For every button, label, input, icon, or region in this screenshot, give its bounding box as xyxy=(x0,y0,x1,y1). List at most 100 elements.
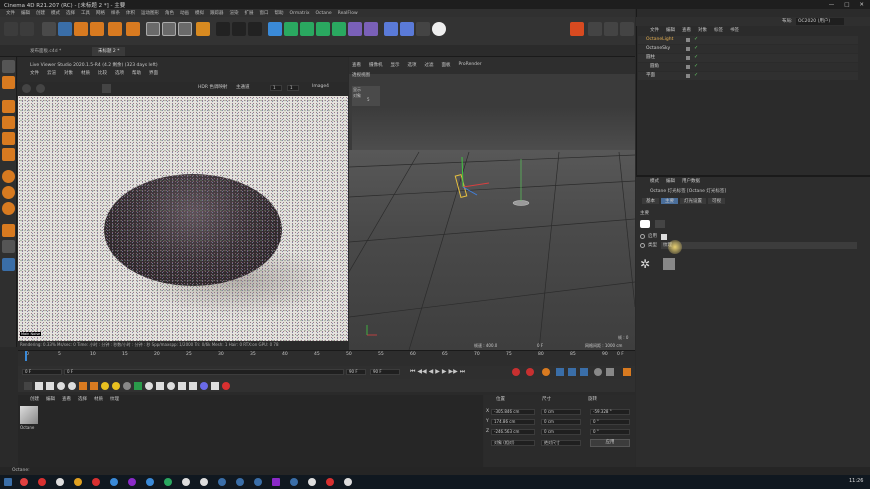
z-axis-icon[interactable] xyxy=(178,22,192,36)
key-icon[interactable] xyxy=(620,22,634,36)
enable-radio[interactable] xyxy=(640,234,645,239)
octane-node-icon[interactable] xyxy=(134,382,142,390)
array-icon[interactable] xyxy=(316,22,330,36)
visibility-icon[interactable] xyxy=(686,65,690,69)
taskbar-c4d-icon[interactable] xyxy=(218,478,226,486)
render-preview[interactable]: Main Noise xyxy=(18,96,348,341)
octane-material-icon[interactable] xyxy=(46,382,54,390)
auto-key-icon[interactable] xyxy=(526,368,534,376)
octane-mix-icon[interactable] xyxy=(145,382,153,390)
taskbar-app-9-icon[interactable] xyxy=(164,478,172,486)
transform-icon[interactable] xyxy=(108,22,122,36)
undo-icon[interactable] xyxy=(4,22,18,36)
menu-item-2[interactable]: 创建 xyxy=(36,10,45,16)
texture-dropdown[interactable]: 纹理 xyxy=(661,242,857,249)
y-axis-icon[interactable] xyxy=(162,22,176,36)
x-axis-icon[interactable] xyxy=(146,22,160,36)
tag-icon[interactable] xyxy=(384,22,398,36)
lv-menu-item-0[interactable]: 文件 xyxy=(30,70,39,76)
close-icon[interactable]: ✕ xyxy=(859,2,864,8)
lv-menu-item-7[interactable]: 界面 xyxy=(149,70,158,76)
object-menu-item-2[interactable]: 查看 xyxy=(682,27,691,33)
y-axis-handle[interactable] xyxy=(461,156,464,188)
taskbar-app-16-icon[interactable] xyxy=(344,478,352,486)
material-menu-item-0[interactable]: 创建 xyxy=(30,396,39,402)
texture-mode-icon[interactable] xyxy=(2,76,15,89)
menu-item-20[interactable]: RealFlow xyxy=(338,11,358,16)
attribute-menu-item-1[interactable]: 编辑 xyxy=(666,178,675,184)
size-x-field[interactable]: 0 cm xyxy=(541,409,581,415)
menu-item-1[interactable]: 编辑 xyxy=(21,10,30,16)
light-icon[interactable] xyxy=(432,22,446,36)
taskbar-app-13-icon[interactable] xyxy=(290,478,298,486)
key-position-icon[interactable] xyxy=(556,368,564,376)
object-menu-item-0[interactable]: 文件 xyxy=(650,27,659,33)
viewport-menu-item-5[interactable]: 面板 xyxy=(442,62,451,68)
lv-menu-item-1[interactable]: 云渲 xyxy=(47,70,56,76)
octane-sky-icon[interactable] xyxy=(167,382,175,390)
octane-icon[interactable] xyxy=(570,22,584,36)
play-render-icon[interactable] xyxy=(22,84,31,93)
attribute-tab-0[interactable]: 基本 xyxy=(642,198,659,204)
viewport-menu-item-0[interactable]: 查看 xyxy=(352,62,361,68)
octane-texture-icon[interactable] xyxy=(123,382,131,390)
stop-render-icon[interactable] xyxy=(36,84,45,93)
octane-settings-icon[interactable] xyxy=(24,382,32,390)
rotation-p-field[interactable]: 0 ° xyxy=(590,419,630,425)
check-icon[interactable]: ✓ xyxy=(694,64,698,69)
record-icon[interactable] xyxy=(512,368,520,376)
render-view-icon[interactable] xyxy=(232,22,246,36)
taskbar-app-1-icon[interactable] xyxy=(20,478,28,486)
material-menu-item-5[interactable]: 纹理 xyxy=(110,396,119,402)
rotation-b-field[interactable]: 0 ° xyxy=(590,429,630,435)
octane-env-icon[interactable] xyxy=(178,382,186,390)
menu-item-4[interactable]: 选择 xyxy=(66,10,75,16)
sample-field-2[interactable]: 1 xyxy=(287,85,299,91)
cylinder-gizmo[interactable] xyxy=(512,200,530,206)
visibility-icon[interactable] xyxy=(686,38,690,42)
taskbar-app-6-icon[interactable] xyxy=(110,478,118,486)
menu-item-19[interactable]: Octane xyxy=(315,11,331,16)
attribute-menu-item-2[interactable]: 用户数据 xyxy=(682,178,700,184)
lv-menu-item-3[interactable]: 材质 xyxy=(81,70,90,76)
taskbar-c4d-2-icon[interactable] xyxy=(236,478,244,486)
material-menu-item-4[interactable]: 材质 xyxy=(94,396,103,402)
light-preview-icon[interactable] xyxy=(663,258,675,270)
lock-axis-icon[interactable] xyxy=(2,224,15,237)
taskbar-c4d-3-icon[interactable] xyxy=(254,478,262,486)
attribute-tab-3[interactable]: 可视 xyxy=(708,198,725,204)
viewport-menu-item-3[interactable]: 选项 xyxy=(408,62,417,68)
render-settings-icon[interactable] xyxy=(248,22,262,36)
points-mode-icon[interactable] xyxy=(2,100,15,113)
octane-sun-icon[interactable] xyxy=(101,382,109,390)
render-region-icon[interactable] xyxy=(216,22,230,36)
lv-menu-item-5[interactable]: 选项 xyxy=(115,70,124,76)
octane-glossy-icon[interactable] xyxy=(68,382,76,390)
menu-item-14[interactable]: 渲染 xyxy=(230,10,239,16)
octane-sphere-icon[interactable] xyxy=(57,382,65,390)
octane-camera-icon[interactable] xyxy=(156,382,164,390)
taskbar-app-8-icon[interactable] xyxy=(146,478,154,486)
layout-dropdown[interactable]: OC2020 (用户) xyxy=(796,18,844,25)
key-param-icon[interactable] xyxy=(594,368,602,376)
viewport-menu-item-6[interactable]: ProRender xyxy=(459,62,482,68)
attribute-tab-2[interactable]: 灯光设置 xyxy=(680,198,706,204)
menu-item-15[interactable]: 扩展 xyxy=(245,10,254,16)
play-icon[interactable]: ▶ xyxy=(435,368,440,376)
current-frame-field[interactable]: 0 F xyxy=(64,369,344,375)
material-swatch[interactable] xyxy=(20,406,38,424)
taskbar-app-2-icon[interactable] xyxy=(38,478,46,486)
size-y-field[interactable]: 0 cm xyxy=(541,419,581,425)
menu-item-6[interactable]: 网格 xyxy=(96,10,105,16)
menu-item-9[interactable]: 运动图形 xyxy=(141,10,159,16)
octane-fog-icon[interactable] xyxy=(189,382,197,390)
menu-item-12[interactable]: 模拟 xyxy=(195,10,204,16)
image-dropdown[interactable]: Image4 xyxy=(312,84,329,89)
minimize-icon[interactable]: — xyxy=(829,2,835,8)
enable-checkbox[interactable] xyxy=(661,234,667,240)
key-rotation-icon[interactable] xyxy=(580,368,588,376)
taskbar-app-7-icon[interactable] xyxy=(128,478,136,486)
redo-icon[interactable] xyxy=(20,22,34,36)
object-row[interactable]: 圆角 ✓ xyxy=(638,63,858,71)
light-mode-icon[interactable] xyxy=(655,220,665,228)
